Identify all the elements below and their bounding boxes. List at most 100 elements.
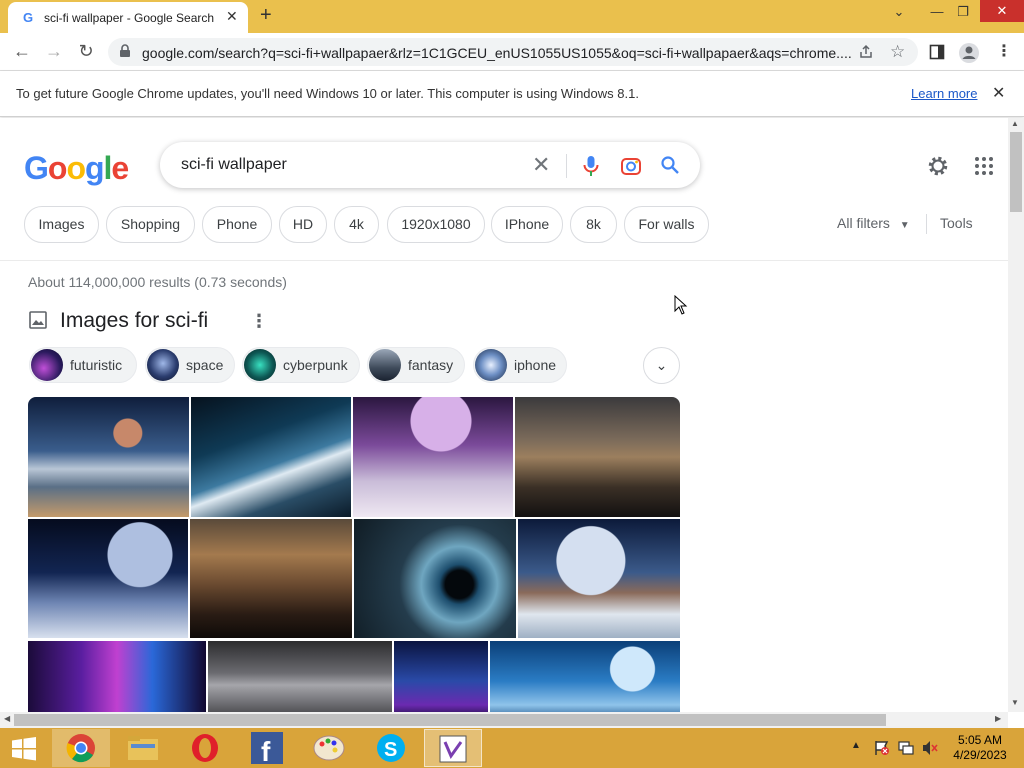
chip-iphone[interactable]: IPhone (491, 206, 563, 243)
images-section-heading[interactable]: Images for sci-fi (60, 309, 208, 333)
learn-more-link[interactable]: Learn more (911, 86, 977, 101)
google-apps-icon[interactable] (974, 156, 994, 176)
file-explorer-icon[interactable] (114, 729, 172, 767)
voice-search-icon[interactable] (582, 155, 600, 177)
tab-close-icon[interactable]: ✕ (226, 8, 238, 25)
visual-studio-logo-icon (439, 735, 467, 763)
reload-icon[interactable]: ↻ (74, 41, 98, 63)
facebook-icon[interactable]: f (238, 729, 296, 767)
image-result[interactable] (518, 519, 680, 638)
image-result[interactable] (28, 519, 188, 638)
profile-avatar-icon[interactable] (958, 42, 980, 64)
infobar-close-icon[interactable]: ✕ (992, 83, 1005, 103)
search-input[interactable]: sci-fi wallpaper (181, 156, 287, 174)
search-box[interactable]: sci-fi wallpaper ✕ (160, 142, 700, 188)
lock-icon (120, 44, 130, 57)
opera-logo-icon (192, 734, 218, 762)
google-logo[interactable]: Google (24, 150, 129, 187)
chrome-logo-icon (66, 734, 95, 763)
image-result[interactable] (208, 641, 392, 712)
chip-thumbnail (244, 349, 276, 381)
share-icon[interactable] (858, 44, 874, 60)
action-center-flag-icon[interactable] (874, 740, 890, 756)
all-filters-button[interactable]: All filters ▼ (837, 215, 910, 231)
paint-icon[interactable] (300, 729, 358, 767)
tab-search-icon[interactable]: ⌄ (882, 2, 916, 26)
bookmark-star-icon[interactable]: ☆ (890, 42, 905, 62)
related-chip-iphone[interactable]: iphone (473, 347, 567, 383)
related-chip-futuristic[interactable]: futuristic (29, 347, 137, 383)
dropdown-arrow-icon: ▼ (899, 220, 910, 231)
search-results-page: Google sci-fi wallpaper ✕ Images Shoppin… (0, 118, 1008, 712)
more-options-icon[interactable]: ⋮ (250, 311, 268, 332)
volume-muted-icon[interactable] (922, 740, 938, 756)
restore-icon[interactable]: ❐ (946, 2, 980, 26)
skype-logo-icon: S (377, 734, 405, 762)
related-chip-space[interactable]: space (145, 347, 235, 383)
chip-images[interactable]: Images (24, 206, 99, 243)
opera-icon[interactable] (176, 729, 234, 767)
image-result[interactable] (190, 519, 352, 638)
chip-thumbnail (475, 349, 507, 381)
update-infobar: To get future Google Chrome updates, you… (0, 71, 1024, 117)
all-filters-label: All filters (837, 215, 890, 231)
vertical-scroll-thumb[interactable] (1010, 132, 1022, 212)
address-bar[interactable]: google.com/search?q=sci-fi+wallpapaer&rl… (108, 38, 918, 66)
forward-icon[interactable]: → (42, 41, 66, 63)
clock-time: 5:05 AM (957, 733, 1003, 747)
chip-for-walls[interactable]: For walls (624, 206, 709, 243)
chip-thumbnail (369, 349, 401, 381)
chip-label: cyberpunk (283, 357, 348, 373)
chip-label: space (186, 357, 224, 373)
taskbar-clock[interactable]: 5:05 AM 4/29/2023 (950, 733, 1010, 763)
chip-8k[interactable]: 8k (570, 206, 617, 243)
palette-icon (313, 735, 345, 761)
expand-chips-chevron-icon[interactable]: ⌄ (643, 347, 680, 384)
chrome-menu-icon[interactable]: ⋮ (996, 41, 1012, 61)
network-icon[interactable] (898, 740, 914, 756)
chip-1920x1080[interactable]: 1920x1080 (387, 206, 485, 243)
chip-4k[interactable]: 4k (334, 206, 379, 243)
chip-hd[interactable]: HD (279, 206, 327, 243)
lens-search-icon[interactable] (620, 155, 642, 177)
side-panel-icon[interactable] (929, 44, 945, 60)
search-submit-icon[interactable] (660, 155, 680, 175)
tools-button[interactable]: Tools (940, 215, 973, 231)
image-result[interactable] (354, 519, 516, 638)
clear-search-icon[interactable]: ✕ (532, 152, 550, 178)
image-result[interactable] (28, 397, 189, 517)
horizontal-scroll-thumb[interactable] (14, 714, 886, 726)
skype-icon[interactable]: S (362, 729, 420, 767)
settings-gear-icon[interactable] (926, 154, 950, 178)
clock-date: 4/29/2023 (953, 748, 1007, 762)
image-result[interactable] (353, 397, 513, 517)
start-button[interactable] (11, 737, 37, 761)
scroll-left-arrow-icon[interactable]: ◀ (4, 714, 10, 723)
image-result[interactable] (515, 397, 680, 517)
chip-phone[interactable]: Phone (202, 206, 272, 243)
chrome-icon[interactable] (52, 729, 110, 767)
image-result[interactable] (191, 397, 351, 517)
svg-text:f: f (261, 736, 271, 764)
show-hidden-icons-icon[interactable]: ▲ (851, 740, 861, 751)
browser-tab[interactable]: G sci-fi wallpaper - Google Search ✕ (8, 2, 248, 33)
scroll-up-arrow-icon[interactable]: ▲ (1011, 119, 1019, 128)
related-chip-cyberpunk[interactable]: cyberpunk (242, 347, 360, 383)
filter-divider (926, 214, 927, 234)
related-chip-fantasy[interactable]: fantasy (367, 347, 465, 383)
visual-studio-icon[interactable] (424, 729, 482, 767)
new-tab-icon[interactable]: + (260, 4, 272, 27)
scroll-right-arrow-icon[interactable]: ▶ (995, 714, 1001, 723)
image-icon (29, 311, 47, 329)
close-window-icon[interactable]: ✕ (980, 0, 1024, 22)
back-icon[interactable]: ← (10, 41, 34, 63)
image-result[interactable] (394, 641, 488, 712)
header-divider (0, 260, 1008, 261)
browser-toolbar: ← → ↻ google.com/search?q=sci-fi+wallpap… (0, 33, 1024, 71)
chip-label: futuristic (70, 357, 123, 373)
scroll-down-arrow-icon[interactable]: ▼ (1011, 698, 1019, 707)
google-favicon-icon: G (23, 10, 33, 24)
chip-shopping[interactable]: Shopping (106, 206, 195, 243)
image-result[interactable] (28, 641, 206, 712)
image-result[interactable] (490, 641, 680, 712)
